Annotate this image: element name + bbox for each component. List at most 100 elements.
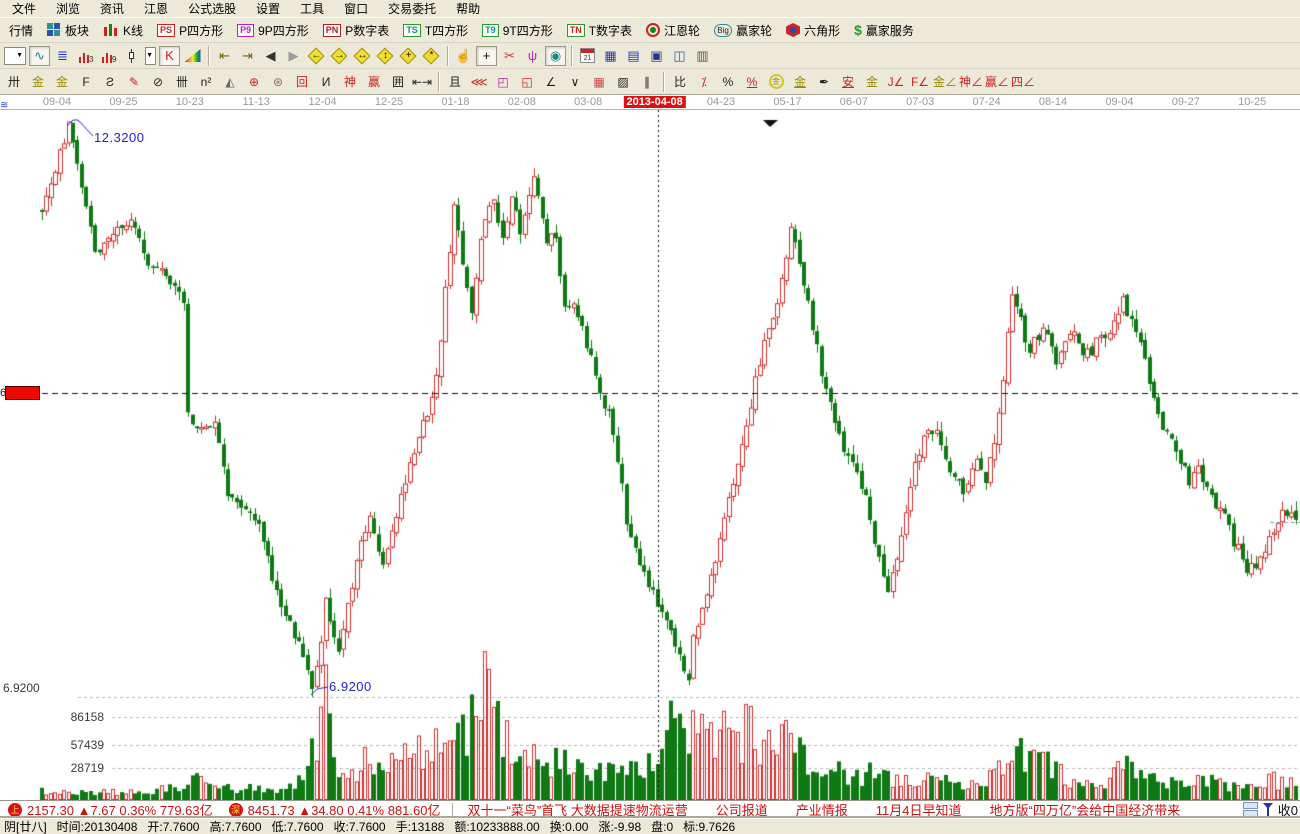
toolbar-quotes-button[interactable]: 行情 [2,20,40,41]
zigzag-tool[interactable]: ∨ [564,72,586,92]
small-charts-9-icon[interactable]: 9 [98,46,119,66]
news-item-2[interactable]: 产业情报 [796,800,848,818]
wave-mark-tool[interactable]: И [315,72,337,92]
ink-pen-tool[interactable]: ✒ [813,72,835,92]
period-dropdown[interactable]: ▼ [4,47,26,65]
f-angles-tool[interactable]: F∠ [909,72,931,92]
expand-cross-icon[interactable]: + [398,46,419,66]
ticker-scroll-spinner[interactable] [1243,802,1258,817]
gann-ruler-tool[interactable]: 卅 [3,72,25,92]
gold-level-tool[interactable]: 金 [861,72,883,92]
expand-y-icon[interactable]: ↕ [375,46,396,66]
zoom-right-icon[interactable]: → [329,46,350,66]
percent-line-tool[interactable]: % [741,72,763,92]
ying-ruler-tool[interactable]: 赢 [363,72,385,92]
menu-item-7[interactable]: 窗口 [334,0,378,18]
step-forward-icon[interactable]: ▶ [283,46,304,66]
hand-tool-icon[interactable]: ☝ [453,46,474,66]
step-back-icon[interactable]: ◀ [260,46,281,66]
send-net-icon[interactable]: ◫ [669,46,690,66]
magic-net-icon[interactable]: ψ [522,46,543,66]
menu-item-9[interactable]: 帮助 [446,0,490,18]
percent-tool[interactable]: % [717,72,739,92]
news-item-3[interactable]: 11月4日早知道 [876,800,962,818]
calendar-icon[interactable]: 21 [577,46,598,66]
gold-ruler-tool-1[interactable]: 金 [27,72,49,92]
square-target-tool[interactable]: 回 [291,72,313,92]
expand-all-icon[interactable]: * [421,46,442,66]
dense-ruler-tool[interactable]: 卌 [171,72,193,92]
width-measure-tool[interactable]: ⇤⇥ [411,72,433,92]
news-item-4[interactable]: 地方版“四万亿”会给中国经济带来 [990,800,1181,818]
menu-item-2[interactable]: 资讯 [90,0,134,18]
menu-item-5[interactable]: 设置 [246,0,290,18]
ratio-gauge-tool[interactable]: 比 [669,72,691,92]
marker-pen-tool[interactable]: ✎ [123,72,145,92]
toolbar-kline-button[interactable]: K线 [96,20,150,41]
toolbar-9p-square-button[interactable]: P99P四方形 [230,20,316,41]
star-target-tool[interactable]: ⊛ [267,72,289,92]
percent-slash-tool[interactable]: ⁒ [693,72,715,92]
box-frame-tool[interactable]: 且 [444,72,466,92]
gold-ruler-tool-2[interactable]: 金 [51,72,73,92]
toolbar-gann-wheel-button[interactable]: 江恩轮 [639,20,707,41]
gold-circle-tool[interactable]: 金 [765,72,787,92]
toolbar-t-square-button[interactable]: TST四方形 [396,20,475,41]
calculator-icon[interactable]: ▦ [600,46,621,66]
grid-arrow-tool[interactable]: ▨ [612,72,634,92]
toolbar-p-square-button[interactable]: PSP四方形 [150,20,230,41]
menu-item-8[interactable]: 交易委托 [378,0,446,18]
time-dial-tool[interactable]: ⊘ [147,72,169,92]
candle-style-icon[interactable] [121,46,142,66]
fan-box-purple-tool[interactable]: ◰ [492,72,514,92]
trend-angle-tool[interactable]: ∠ [540,72,562,92]
shen-ruler-tool[interactable]: 神 [339,72,361,92]
crosshair-tool-icon[interactable]: + [476,46,497,66]
news-item-0[interactable]: 双十一“菜鸟”首飞 大数据提速物流运营 [467,800,687,818]
gold-levels-tool[interactable]: 金 [789,72,811,92]
four-angles-tool[interactable]: 四∠ [1011,72,1035,92]
jump-last-icon[interactable]: ⇥ [237,46,258,66]
fan-box-red-tool[interactable]: ◱ [516,72,538,92]
angle-flag-tool[interactable]: ◭ [219,72,241,92]
j-angles-tool[interactable]: J∠ [885,72,907,92]
toolbar-t-number-table-button[interactable]: TNT数字表 [560,20,639,41]
toolbar-winner-wheel-button[interactable]: Big赢家轮 [707,20,779,41]
kline-pattern-icon[interactable]: K [159,46,180,66]
circle-cross-tool[interactable]: ⊕ [243,72,265,92]
menu-item-0[interactable]: 文件 [2,0,46,18]
news-item-1[interactable]: 公司报道 [716,800,768,818]
grid-red-tool[interactable]: ▦ [588,72,610,92]
trend-chart-icon[interactable]: ∿ [29,46,50,66]
analysis-globe-icon[interactable]: ◉ [545,46,566,66]
small-charts-3-icon[interactable]: 3 [75,46,96,66]
f-ruler-tool[interactable]: F [75,72,97,92]
parallel-lines-tool[interactable]: ∥ [636,72,658,92]
ying-angles-tool[interactable]: 赢∠ [985,72,1009,92]
gold-angles-tool[interactable]: 金∠ [933,72,957,92]
jump-first-icon[interactable]: ⇤ [214,46,235,66]
menu-item-1[interactable]: 浏览 [46,0,90,18]
print-icon[interactable]: ▥ [692,46,713,66]
toolbar-winner-service-button[interactable]: $赢家服务 [847,20,921,41]
shen-angles-tool[interactable]: 神∠ [959,72,983,92]
memo-icon[interactable]: ▤ [623,46,644,66]
menu-item-3[interactable]: 江恩 [134,0,178,18]
save-icon[interactable]: ▣ [646,46,667,66]
speed-fan-tool[interactable]: ⋘ [468,72,490,92]
menu-item-6[interactable]: 工具 [290,0,334,18]
toolbar-9t-square-button[interactable]: T99T四方形 [475,20,560,41]
toolbar-blocks-button[interactable]: 板块 [40,20,96,41]
report-list-icon[interactable]: ≣ [52,46,73,66]
zoom-left-icon[interactable]: ← [306,46,327,66]
menu-item-4[interactable]: 公式选股 [178,0,246,18]
n-square-tool[interactable]: n² [195,72,217,92]
delete-drawing-icon[interactable]: ✂ [499,46,520,66]
candle-style-dropdown[interactable]: ▼ [145,47,156,65]
spiral-tool[interactable]: Ƨ [99,72,121,92]
color-gradient-icon[interactable] [182,46,203,66]
expand-x-icon[interactable]: ↔ [352,46,373,66]
main-chart-canvas[interactable] [0,110,1300,800]
toolbar-hexagon-button[interactable]: 六角形 [779,20,847,41]
grid-123-tool[interactable]: 囲 [387,72,409,92]
